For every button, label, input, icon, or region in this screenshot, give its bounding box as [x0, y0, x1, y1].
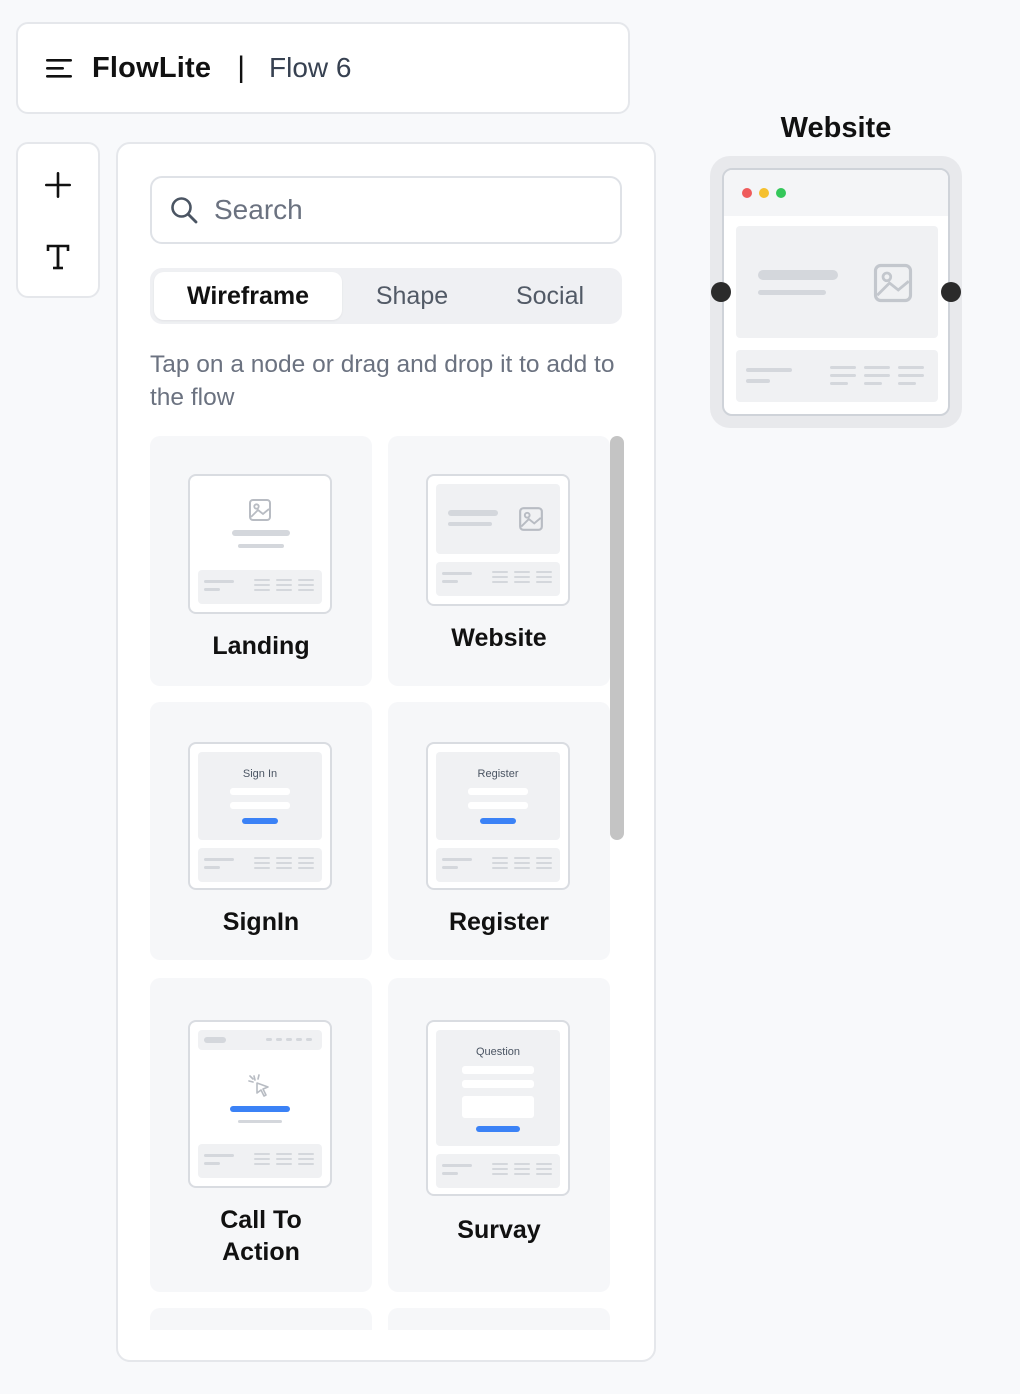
node-card-label: Survay [457, 1216, 541, 1244]
window-close-dot [742, 188, 752, 198]
website-thumbnail [426, 474, 570, 606]
search-input[interactable] [214, 194, 594, 226]
menu-icon[interactable] [46, 56, 74, 80]
register-mini-title: Register [477, 768, 519, 780]
node-card-register[interactable]: Register Register [388, 702, 610, 960]
tab-social[interactable]: Social [482, 272, 618, 320]
node-card-label: Register [448, 908, 550, 936]
app-name: FlowLite [92, 51, 212, 84]
panel-scrollbar[interactable] [610, 436, 624, 840]
flow-name[interactable]: Flow 6 [269, 52, 351, 84]
add-node-button[interactable] [38, 166, 78, 204]
app-header: FlowLite | Flow 6 [16, 22, 630, 114]
canvas-node-title: Website [780, 112, 892, 144]
node-card-label: SignIn [222, 908, 300, 936]
panel-hint: Tap on a node or drag and drop it to add… [150, 351, 615, 411]
text-tool-icon [46, 244, 70, 270]
call-to-action-thumbnail [188, 1020, 332, 1188]
canvas-node-preview [722, 168, 950, 416]
node-card-partial[interactable] [388, 1308, 610, 1330]
node-card-survay[interactable]: Question Survay [388, 978, 610, 1292]
plus-icon [45, 172, 71, 198]
canvas-website-node[interactable] [710, 156, 962, 428]
header-separator: | [237, 51, 245, 84]
register-thumbnail: Register [426, 742, 570, 890]
landing-thumbnail [188, 474, 332, 614]
window-minimize-dot [759, 188, 769, 198]
survay-mini-title: Question [475, 1046, 521, 1058]
node-card-partial[interactable] [150, 1308, 372, 1330]
node-card-signin[interactable]: Sign In SignIn [150, 702, 372, 960]
node-library-panel: Wireframe Shape Social Tap on a node or … [116, 142, 656, 1362]
image-icon [519, 507, 543, 531]
cursor-click-icon [248, 1074, 269, 1097]
image-icon [249, 499, 271, 521]
signin-thumbnail: Sign In [188, 742, 332, 890]
node-card-landing[interactable]: Landing [150, 436, 372, 686]
text-tool-button[interactable] [38, 238, 78, 276]
tab-wireframe[interactable]: Wireframe [154, 272, 342, 320]
node-card-label: Website [451, 624, 547, 652]
node-card-label: Call To Action [220, 1206, 302, 1266]
image-icon [873, 263, 913, 303]
node-card-website[interactable]: Website [388, 436, 610, 686]
signin-mini-title: Sign In [242, 768, 278, 780]
search-box[interactable] [150, 176, 622, 244]
node-card-label: Landing [212, 632, 310, 660]
node-grid: Landing Website Sign In SignIn Register … [150, 436, 610, 1330]
tab-shape[interactable]: Shape [342, 272, 482, 320]
node-card-call-to-action[interactable]: Call To Action [150, 978, 372, 1292]
search-icon [171, 197, 198, 224]
node-right-handle[interactable] [941, 282, 961, 302]
node-left-handle[interactable] [711, 282, 731, 302]
category-tabs: Wireframe Shape Social [150, 268, 622, 324]
tool-rail [16, 142, 100, 298]
window-maximize-dot [776, 188, 786, 198]
survay-thumbnail: Question [426, 1020, 570, 1196]
